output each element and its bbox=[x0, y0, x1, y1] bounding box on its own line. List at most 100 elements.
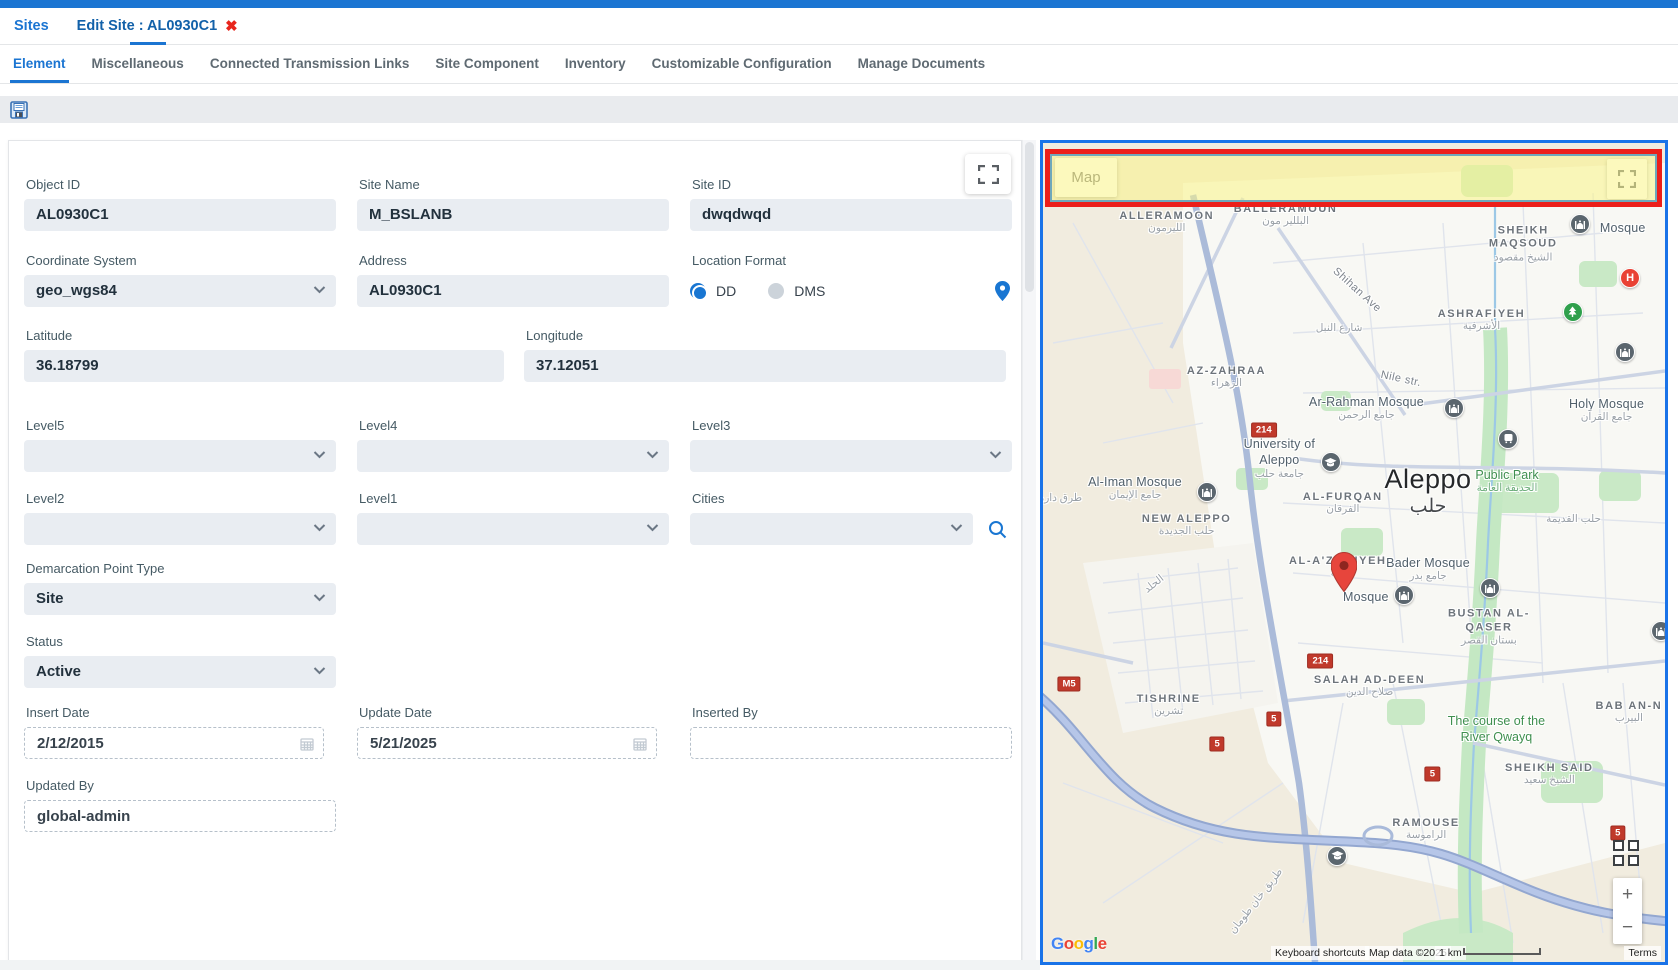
chevron-down-icon bbox=[950, 523, 963, 532]
status-select[interactable]: Active bbox=[24, 656, 336, 688]
field-label: Demarcation Point Type bbox=[26, 561, 336, 576]
field-label: Update Date bbox=[359, 705, 669, 720]
close-tab-icon[interactable]: ✖ bbox=[225, 19, 238, 34]
field-location-format: Location Format DD DMS bbox=[690, 253, 1012, 307]
tab-manage-documents[interactable]: Manage Documents bbox=[845, 45, 999, 83]
app-top-accent-bar bbox=[0, 0, 1678, 8]
field-cities: Cities bbox=[690, 491, 1012, 545]
horizontal-scrollbar[interactable] bbox=[0, 960, 1040, 970]
field-label: Coordinate System bbox=[26, 253, 336, 268]
save-icon[interactable] bbox=[10, 101, 28, 119]
updated-by-input[interactable]: global-admin bbox=[24, 800, 336, 832]
field-site-name: Site Name M_BSLANB bbox=[357, 177, 669, 231]
radio-dms-label: DMS bbox=[794, 283, 825, 299]
address-input[interactable]: AL0930C1 bbox=[357, 275, 669, 307]
tab-edit-site-label: Edit Site : AL0930C1 bbox=[77, 18, 217, 34]
demarcation-point-type-select[interactable]: Site bbox=[24, 583, 336, 615]
map-fullscreen-button[interactable] bbox=[1607, 159, 1647, 199]
field-level1: Level1 bbox=[357, 491, 669, 545]
field-label: Longitude bbox=[526, 328, 1006, 343]
tab-inventory[interactable]: Inventory bbox=[552, 45, 639, 83]
field-label: Object ID bbox=[26, 177, 336, 192]
search-icon[interactable] bbox=[988, 520, 1007, 539]
field-label: Cities bbox=[692, 491, 1012, 506]
field-updated-by: Updated By global-admin bbox=[24, 778, 336, 832]
level1-select[interactable] bbox=[357, 513, 669, 545]
field-longitude: Longitude 37.12051 bbox=[524, 328, 1006, 382]
field-inserted-by: Inserted By bbox=[690, 705, 1012, 759]
latitude-input[interactable]: 36.18799 bbox=[24, 350, 504, 382]
level4-select[interactable] bbox=[357, 440, 669, 472]
tab-element[interactable]: Element bbox=[0, 45, 79, 83]
google-logo: Google bbox=[1051, 934, 1107, 954]
cities-select[interactable] bbox=[690, 513, 973, 545]
chevron-down-icon bbox=[313, 666, 326, 675]
date-value: 5/21/2025 bbox=[370, 735, 437, 752]
date-value: 2/12/2015 bbox=[37, 735, 104, 752]
level5-select[interactable] bbox=[24, 440, 336, 472]
tab-connected-transmission-links[interactable]: Connected Transmission Links bbox=[197, 45, 423, 83]
map-panel[interactable]: ALLERAMOONالليرمونBALLERAMOUNالبللير مون… bbox=[1040, 140, 1668, 965]
tile-layers-control[interactable] bbox=[1613, 840, 1639, 866]
field-label: Address bbox=[359, 253, 669, 268]
calendar-icon bbox=[300, 737, 314, 751]
field-insert-date: Insert Date 2/12/2015 bbox=[24, 705, 336, 759]
form-fullscreen-button[interactable] bbox=[965, 154, 1011, 194]
selected-value: Site bbox=[36, 590, 64, 607]
fullscreen-icon bbox=[1618, 170, 1636, 188]
field-label: Updated By bbox=[26, 778, 336, 793]
selected-value: geo_wgs84 bbox=[36, 282, 117, 299]
site-id-input[interactable]: dwqdwqd bbox=[690, 199, 1012, 231]
field-level2: Level2 bbox=[24, 491, 336, 545]
site-location-marker[interactable] bbox=[1331, 552, 1357, 592]
object-id-input[interactable]: AL0930C1 bbox=[24, 199, 336, 231]
field-label: Inserted By bbox=[692, 705, 1012, 720]
field-label: Level2 bbox=[26, 491, 336, 506]
update-date-input[interactable]: 5/21/2025 bbox=[357, 727, 657, 759]
inserted-by-input[interactable] bbox=[690, 727, 1012, 759]
calendar-icon bbox=[633, 737, 647, 751]
chevron-down-icon bbox=[313, 523, 326, 532]
zoom-in-button[interactable]: + bbox=[1613, 878, 1642, 911]
form-toolbar bbox=[0, 96, 1678, 123]
tab-customizable-configuration[interactable]: Customizable Configuration bbox=[639, 45, 845, 83]
radio-dms[interactable] bbox=[768, 283, 784, 299]
field-label: Level4 bbox=[359, 418, 669, 433]
longitude-input[interactable]: 37.12051 bbox=[524, 350, 1006, 382]
map-type-control[interactable]: Map bbox=[1055, 158, 1117, 197]
tab-site-component[interactable]: Site Component bbox=[422, 45, 552, 83]
terms-link[interactable]: Terms bbox=[1624, 946, 1661, 960]
level2-select[interactable] bbox=[24, 513, 336, 545]
scale-bar bbox=[1463, 948, 1541, 955]
fullscreen-icon bbox=[978, 165, 999, 184]
site-edit-form-panel: Object ID AL0930C1 Site Name M_BSLANB Si… bbox=[8, 140, 1022, 962]
insert-date-input[interactable]: 2/12/2015 bbox=[24, 727, 324, 759]
radio-dd[interactable] bbox=[690, 283, 706, 299]
field-latitude: Latitude 36.18799 bbox=[24, 328, 504, 382]
site-name-input[interactable]: M_BSLANB bbox=[357, 199, 669, 231]
field-label: Site Name bbox=[359, 177, 669, 192]
tab-miscellaneous[interactable]: Miscellaneous bbox=[79, 45, 197, 83]
field-level3: Level3 bbox=[690, 418, 1012, 472]
chevron-down-icon bbox=[646, 450, 659, 459]
field-label: Level1 bbox=[359, 491, 669, 506]
document-tabs: Sites Edit Site : AL0930C1 ✖ bbox=[0, 8, 1678, 45]
level3-select[interactable] bbox=[690, 440, 1012, 472]
zoom-out-button[interactable]: − bbox=[1613, 911, 1642, 944]
location-pin-icon[interactable] bbox=[995, 281, 1010, 301]
field-label: Level3 bbox=[692, 418, 1012, 433]
tab-edit-site[interactable]: Edit Site : AL0930C1 ✖ bbox=[63, 18, 252, 34]
tab-sites[interactable]: Sites bbox=[0, 18, 63, 34]
radio-dd-label: DD bbox=[716, 283, 736, 299]
field-status: Status Active bbox=[24, 634, 336, 688]
coordinate-system-select[interactable]: geo_wgs84 bbox=[24, 275, 336, 307]
field-demarcation-point-type: Demarcation Point Type Site bbox=[24, 561, 336, 615]
field-label: Site ID bbox=[692, 177, 1012, 192]
field-label: Status bbox=[26, 634, 336, 649]
vertical-scrollbar[interactable] bbox=[1022, 140, 1036, 962]
chevron-down-icon bbox=[313, 285, 326, 294]
field-label: Insert Date bbox=[26, 705, 336, 720]
section-tabs: ElementMiscellaneousConnected Transmissi… bbox=[0, 45, 1678, 84]
field-level4: Level4 bbox=[357, 418, 669, 472]
field-label: Level5 bbox=[26, 418, 336, 433]
